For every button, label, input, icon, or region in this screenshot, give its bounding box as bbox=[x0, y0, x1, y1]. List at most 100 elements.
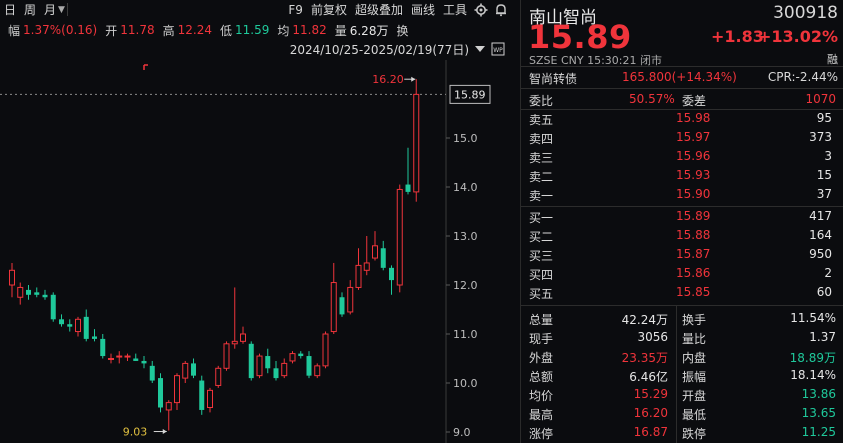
stats-row: 现手 3056 量比 1.37 bbox=[521, 328, 843, 347]
candle-body bbox=[413, 93, 420, 193]
candle-body bbox=[59, 319, 64, 325]
ask-price: 15.93 bbox=[676, 168, 711, 182]
candle-body bbox=[306, 356, 312, 376]
high-annotation: 16.20 bbox=[372, 73, 404, 86]
ask-row[interactable]: 卖五 15.98 95 bbox=[521, 109, 843, 128]
ask-label: 卖二 bbox=[529, 170, 554, 184]
ask-volume: 95 bbox=[816, 111, 832, 125]
y-tick-label: 15.0 bbox=[453, 132, 478, 145]
stat-label: 量比 bbox=[682, 332, 707, 346]
candle-body bbox=[347, 286, 354, 313]
svg-text:WP: WP bbox=[493, 47, 503, 54]
period-month-tab[interactable]: 月 bbox=[40, 1, 60, 18]
candle-body bbox=[42, 294, 48, 298]
ask-volume: 3 bbox=[824, 149, 832, 163]
stat-label: 最高 bbox=[529, 408, 554, 422]
divider bbox=[521, 305, 843, 306]
bid-volume: 60 bbox=[816, 285, 832, 299]
stat-label: 内盘 bbox=[682, 351, 707, 365]
candle-body bbox=[405, 184, 411, 192]
candle-body bbox=[158, 378, 163, 408]
ask-volume: 373 bbox=[809, 130, 832, 144]
wp-icon[interactable]: WP bbox=[491, 42, 505, 56]
stat-label: 开盘 bbox=[682, 389, 707, 403]
bid-volume: 164 bbox=[809, 228, 832, 242]
candle-body bbox=[17, 286, 24, 298]
forward-adjust-button[interactable]: 前复权 bbox=[307, 1, 351, 18]
period-week-tab[interactable]: 周 bbox=[20, 1, 40, 18]
divider bbox=[521, 88, 843, 89]
candle-body bbox=[248, 343, 254, 379]
f9-button[interactable]: F9 bbox=[284, 3, 307, 17]
stat-label: 均价 bbox=[529, 389, 554, 403]
bid-label: 买二 bbox=[529, 230, 554, 244]
stat-label: 总额 bbox=[529, 370, 554, 384]
amplitude-label: 幅 bbox=[8, 23, 21, 38]
high-label: 高 bbox=[162, 23, 175, 38]
stat-value: 1.37 bbox=[809, 330, 836, 344]
bid-price: 15.88 bbox=[676, 228, 711, 242]
date-range-row: 2024/10/25-2025/02/19(77日) WP bbox=[290, 41, 505, 57]
candlestick-chart[interactable]: 15.0 14.0 13.0 12.0 11.0 10.0 9.0 15.89 16.20 9.0… bbox=[0, 60, 511, 443]
tools-button[interactable]: 工具 bbox=[439, 1, 471, 18]
bid-row[interactable]: 买二 15.88 164 bbox=[521, 226, 843, 245]
average-value: 11.82 bbox=[292, 23, 327, 37]
candle-body bbox=[322, 333, 329, 367]
diff-label: 委差 bbox=[682, 94, 707, 108]
bid-row[interactable]: 买一 15.89 417 bbox=[521, 207, 843, 226]
high-value: 12.24 bbox=[177, 23, 212, 37]
ask-volume: 15 bbox=[816, 168, 832, 182]
period-day-tab[interactable]: 日 bbox=[0, 1, 20, 18]
stat-value: 13.86 bbox=[801, 387, 836, 401]
candle-body bbox=[26, 289, 31, 295]
candle-body bbox=[67, 324, 73, 327]
draw-line-button[interactable]: 画线 bbox=[407, 1, 439, 18]
stat-label: 振幅 bbox=[682, 370, 707, 384]
ask-row[interactable]: 卖三 15.96 3 bbox=[521, 147, 843, 166]
candle-body bbox=[108, 358, 114, 360]
date-range-text[interactable]: 2024/10/25-2025/02/19(77日) bbox=[290, 41, 469, 58]
candle-body bbox=[380, 248, 386, 268]
stat-value: 23.35万 bbox=[621, 351, 668, 365]
bid-row[interactable]: 买五 15.85 60 bbox=[521, 283, 843, 302]
diff-value: 1070 bbox=[805, 92, 836, 106]
bid-volume: 417 bbox=[809, 209, 832, 223]
convertible-bond-row[interactable]: 智尚转债 165.800(+14.34%) CPR:-2.44% bbox=[521, 68, 843, 87]
ask-volume: 37 bbox=[816, 187, 832, 201]
stat-label: 换手 bbox=[682, 313, 707, 327]
margin-tag: 融 bbox=[827, 53, 838, 66]
y-tick-label: 13.0 bbox=[453, 230, 478, 243]
stats-row: 均价 15.29 开盘 13.86 bbox=[521, 385, 843, 404]
high-annotation-arrowhead bbox=[411, 76, 416, 82]
stat-value: 6.46亿 bbox=[629, 370, 668, 384]
candle-body bbox=[396, 188, 403, 286]
ask-price: 15.90 bbox=[676, 187, 711, 201]
ask-row[interactable]: 卖二 15.93 15 bbox=[521, 166, 843, 185]
ask-row[interactable]: 卖一 15.90 37 bbox=[521, 185, 843, 204]
stat-value: 16.87 bbox=[633, 425, 668, 439]
y-tick-label: 14.0 bbox=[453, 181, 478, 194]
stat-value: 13.65 bbox=[801, 406, 836, 420]
bell-icon[interactable] bbox=[493, 2, 509, 18]
candle-body bbox=[149, 365, 155, 381]
gear-icon[interactable] bbox=[473, 2, 489, 18]
y-tick-label: 11.0 bbox=[453, 328, 478, 341]
ask-label: 卖三 bbox=[529, 151, 554, 165]
candle-body bbox=[141, 360, 147, 364]
bid-price: 15.85 bbox=[676, 285, 711, 299]
ask-row[interactable]: 卖四 15.97 373 bbox=[521, 128, 843, 147]
y-tick-label: 12.0 bbox=[453, 279, 478, 292]
stat-value: 11.25 bbox=[801, 425, 836, 439]
candle-body bbox=[50, 294, 56, 320]
candle-body bbox=[92, 336, 97, 339]
chevron-down-icon[interactable]: ▼ bbox=[58, 5, 65, 15]
bid-row[interactable]: 买三 15.87 950 bbox=[521, 245, 843, 264]
quote-summary-row: 幅 1.37%(0.16) 开 11.78 高 12.24 低 11.59 均 … bbox=[0, 21, 511, 39]
ratio-value: 50.57% bbox=[629, 92, 675, 106]
stat-label: 外盘 bbox=[529, 351, 554, 365]
y-tick-label: 10.0 bbox=[453, 377, 478, 390]
super-overlay-button[interactable]: 超级叠加 bbox=[351, 1, 407, 18]
chevron-down-icon[interactable] bbox=[473, 42, 487, 56]
bid-row[interactable]: 买四 15.86 2 bbox=[521, 264, 843, 283]
candle-body bbox=[174, 375, 180, 404]
